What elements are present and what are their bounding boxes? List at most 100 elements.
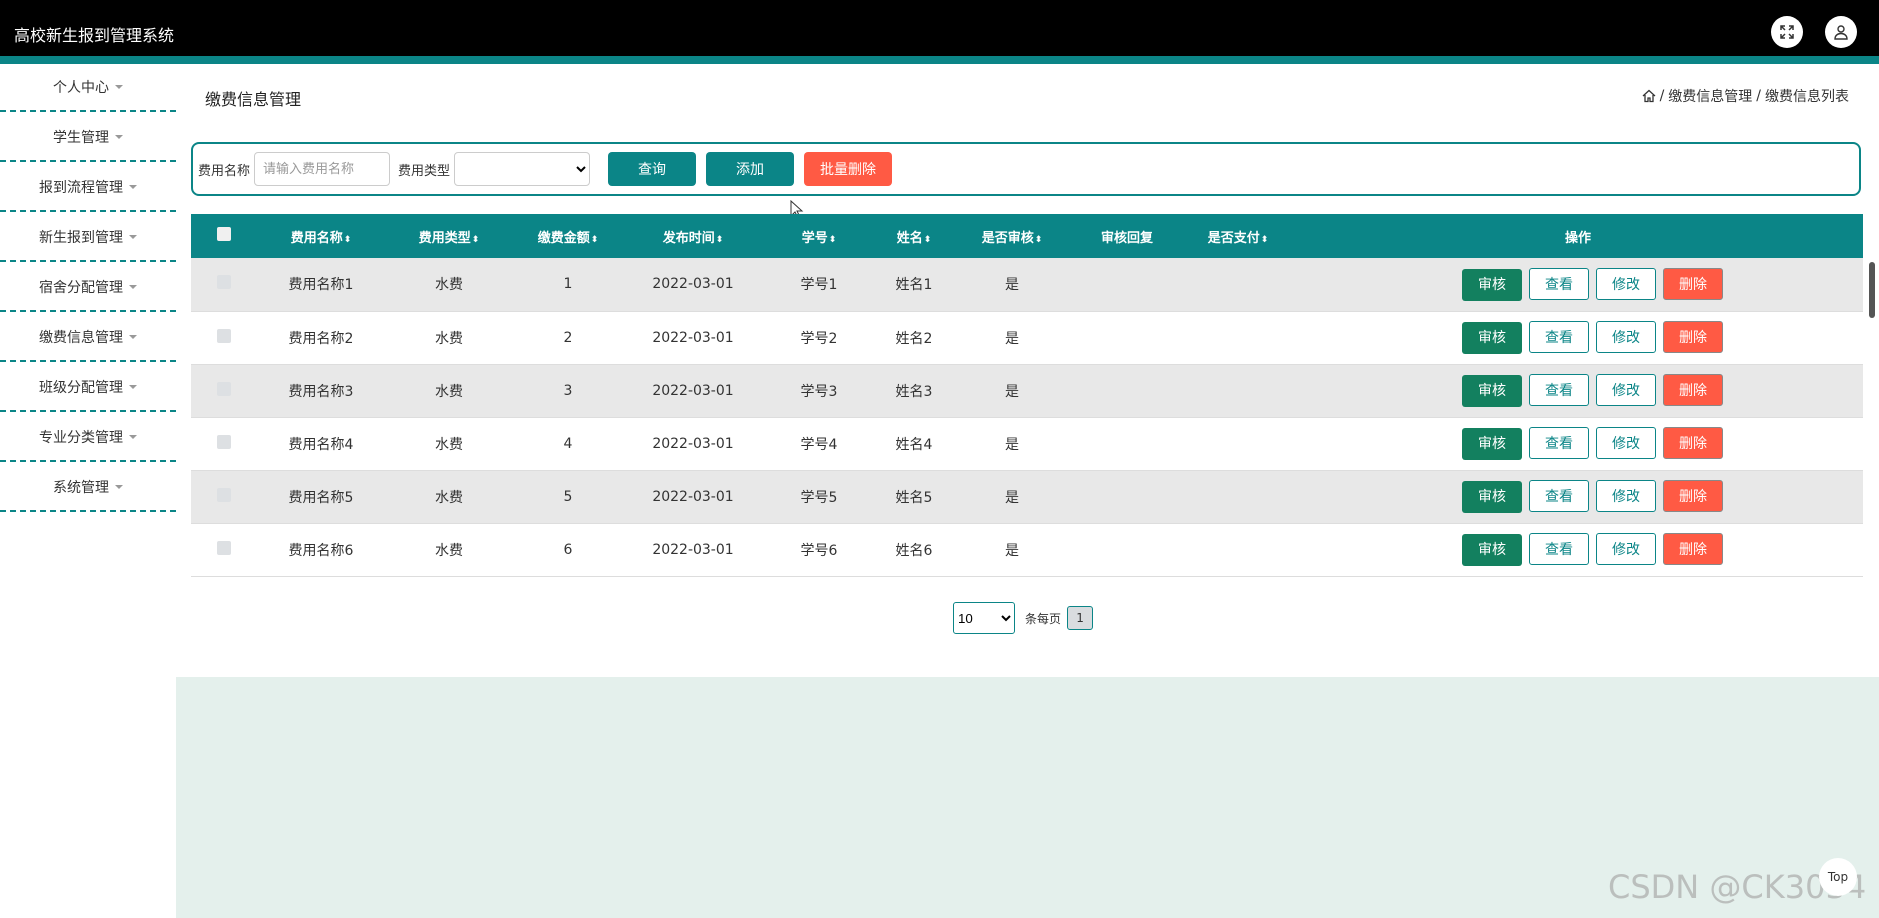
row-checkbox[interactable] [217,275,231,290]
fullscreen-button[interactable] [1771,16,1803,48]
row-checkbox[interactable] [217,381,231,396]
delete-button[interactable]: 删除 [1663,533,1723,565]
batch-delete-button[interactable]: 批量删除 [804,152,893,186]
edit-button[interactable]: 修改 [1596,480,1656,512]
sidebar-item-system-management[interactable]: 系统管理 [0,464,176,512]
home-icon[interactable] [1642,89,1656,103]
actions-cell: 审核 查看 修改 删除 [1293,417,1863,470]
app-title: 高校新生报到管理系统 [14,26,175,45]
audit-button[interactable]: 审核 [1462,428,1522,460]
caret-down-icon [115,85,123,89]
audited-cell: 是 [1005,383,1019,400]
fee-type-select[interactable] [454,152,591,186]
column-header-student-name[interactable]: 姓名⬍ [875,214,953,258]
column-header-student-id[interactable]: 学号⬍ [763,214,875,258]
edit-button[interactable]: 修改 [1596,427,1656,459]
column-label: 费用类型 [418,230,471,246]
sidebar-item-major-category[interactable]: 专业分类管理 [0,414,176,462]
paid-cell [1183,523,1293,576]
view-button[interactable]: 查看 [1529,533,1589,565]
delete-button[interactable]: 删除 [1663,374,1723,406]
amount-cell: 1 [563,276,573,293]
row-checkbox[interactable] [217,328,231,343]
query-button[interactable]: 查询 [608,152,697,186]
sidebar-item-label: 班级分配管理 [39,380,123,396]
vertical-scrollbar[interactable] [1869,262,1875,318]
delete-button[interactable]: 删除 [1663,480,1723,512]
breadcrumb-item[interactable]: 缴费信息管理 [1668,86,1752,106]
column-header-audited[interactable]: 是否审核⬍ [953,214,1071,258]
column-header-paid[interactable]: 是否支付⬍ [1183,214,1293,258]
audit-button[interactable]: 审核 [1462,534,1522,566]
page-size-select[interactable]: 10 [953,602,1015,634]
user-avatar-button[interactable] [1825,16,1857,48]
actions-cell: 审核 查看 修改 删除 [1293,311,1863,364]
publish-time-cell: 2022-03-01 [652,488,734,505]
sidebar-item-personal-center[interactable]: 个人中心 [0,64,176,112]
sidebar-item-student-management[interactable]: 学生管理 [0,114,176,162]
column-header-fee-name[interactable]: 费用名称⬍ [257,214,385,258]
caret-down-icon [129,235,137,239]
sort-icon: ⬍ [590,234,599,245]
back-to-top-button[interactable]: Top [1819,858,1857,896]
row-checkbox[interactable] [217,540,231,555]
search-form: 费用名称 费用类型 查询 添加 批量删除 [191,142,1861,196]
sidebar-item-freshman-registration[interactable]: 新生报到管理 [0,214,176,262]
column-header-audit-reply: 审核回复 [1071,214,1183,258]
caret-down-icon [129,385,137,389]
audit-button[interactable]: 审核 [1462,375,1522,407]
paid-cell [1183,311,1293,364]
edit-button[interactable]: 修改 [1596,533,1656,565]
paid-cell [1183,470,1293,523]
edit-button[interactable]: 修改 [1596,374,1656,406]
sidebar-item-label: 报到流程管理 [39,180,123,196]
fee-name-label: 费用名称 [198,163,251,179]
delete-button[interactable]: 删除 [1663,427,1723,459]
sidebar-item-label: 宿舍分配管理 [39,280,123,296]
fee-type-cell: 水费 [435,330,463,347]
column-header-publish-time[interactable]: 发布时间⬍ [623,214,763,258]
sidebar-item-dorm-allocation[interactable]: 宿舍分配管理 [0,264,176,312]
fee-type-cell: 水费 [435,436,463,453]
audit-button[interactable]: 审核 [1462,322,1522,354]
select-all-checkbox[interactable] [217,227,231,241]
view-button[interactable]: 查看 [1529,427,1589,459]
page-number-button[interactable]: 1 [1067,606,1094,630]
edit-button[interactable]: 修改 [1596,267,1656,300]
caret-down-icon [129,185,137,189]
row-checkbox[interactable] [217,434,231,449]
amount-cell: 2 [563,329,573,346]
view-button[interactable]: 查看 [1529,374,1589,406]
audited-cell: 是 [1005,436,1019,453]
audit-button[interactable]: 审核 [1462,268,1522,301]
view-button[interactable]: 查看 [1529,321,1589,353]
column-header-amount[interactable]: 缴费金额⬍ [513,214,623,258]
delete-button[interactable]: 删除 [1663,267,1723,300]
paid-cell [1183,364,1293,417]
publish-time-cell: 2022-03-01 [652,329,734,346]
sidebar-item-label: 系统管理 [53,480,109,496]
sidebar-item-class-allocation[interactable]: 班级分配管理 [0,364,176,412]
view-button[interactable]: 查看 [1529,267,1589,300]
sidebar: 个人中心 学生管理 报到流程管理 新生报到管理 宿舍分配管理 缴费信息管理 班级… [0,64,176,514]
column-header-fee-type[interactable]: 费用类型⬍ [385,214,513,258]
breadcrumb-separator: / [1756,88,1761,104]
view-button[interactable]: 查看 [1529,480,1589,512]
delete-button[interactable]: 删除 [1663,321,1723,353]
fee-name-input[interactable] [254,152,391,186]
sidebar-item-label: 缴费信息管理 [39,330,123,346]
actions-cell: 审核 查看 修改 删除 [1293,470,1863,523]
sort-icon: ⬍ [715,234,724,245]
actions-cell: 审核 查看 修改 删除 [1293,364,1863,417]
edit-button[interactable]: 修改 [1596,321,1656,353]
column-label: 学号 [801,230,828,246]
sort-icon: ⬍ [471,234,480,245]
fee-type-cell: 水费 [435,489,463,506]
sort-icon: ⬍ [923,234,932,245]
audit-button[interactable]: 审核 [1462,481,1522,513]
column-label: 是否支付 [1207,230,1260,246]
row-checkbox[interactable] [217,487,231,502]
sidebar-item-registration-process[interactable]: 报到流程管理 [0,164,176,212]
sidebar-item-payment-info[interactable]: 缴费信息管理 [0,314,176,362]
add-button[interactable]: 添加 [706,152,795,186]
